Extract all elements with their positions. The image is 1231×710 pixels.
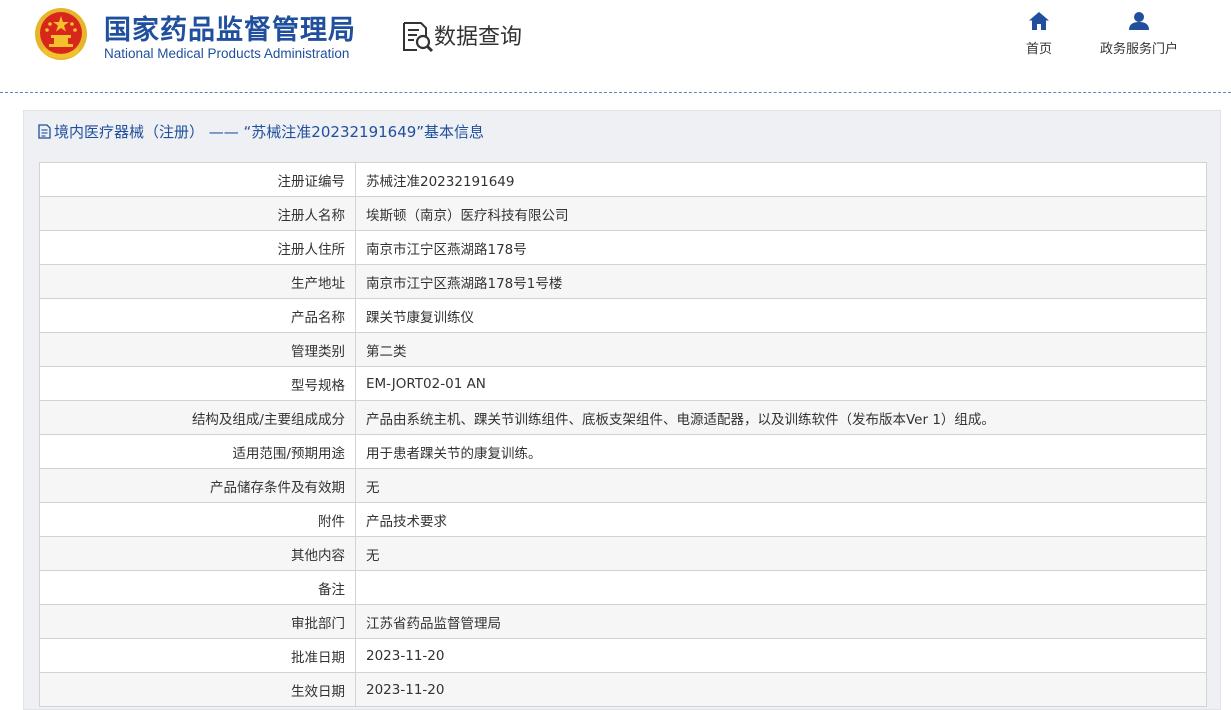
table-row: 产品名称 踝关节康复训练仪 [39, 298, 1207, 333]
detail-panel: 境内医疗器械（注册） —— “苏械注准20232191649”基本信息 注册证编… [23, 110, 1221, 710]
field-value: 南京市江宁区燕湖路178号 [355, 230, 1207, 265]
field-value: EM-JORT02-01 AN [355, 366, 1207, 401]
user-icon [1129, 12, 1149, 30]
header-divider [0, 92, 1231, 93]
field-value: 产品技术要求 [355, 502, 1207, 537]
field-value: 踝关节康复训练仪 [355, 298, 1207, 333]
field-value: 用于患者踝关节的康复训练。 [355, 434, 1207, 469]
table-row: 批准日期 2023-11-20 [39, 638, 1207, 673]
field-label: 型号规格 [39, 366, 356, 401]
table-row: 产品储存条件及有效期无 [39, 468, 1207, 503]
field-label: 备注 [39, 570, 356, 605]
table-row: 生效日期 2023-11-20 [39, 672, 1207, 707]
site-header: 国家药品监督管理局 National Medical Products Admi… [0, 0, 1231, 92]
data-query-title: 数据查询 [434, 25, 523, 50]
field-value: 苏械注准20232191649 [355, 162, 1207, 197]
field-label: 结构及组成/主要组成成分 [39, 400, 356, 435]
field-label: 注册人名称 [39, 196, 356, 231]
nav-home-label: 首页 [1025, 42, 1052, 57]
table-row: 附件 产品技术要求 [39, 502, 1207, 537]
table-row: 型号规格 EM-JORT02-01 AN [39, 366, 1207, 401]
home-icon [1029, 12, 1049, 30]
nav-gov-portal[interactable]: 政务服务门户 [1099, 12, 1179, 57]
table-row: 适用范围/预期用途 用于患者踝关节的康复训练。 [39, 434, 1207, 469]
data-query-icon [403, 22, 434, 53]
field-label: 产品名称 [39, 298, 356, 333]
field-label: 批准日期 [39, 638, 356, 673]
table-row: 审批部门 江苏省药品监督管理局 [39, 604, 1207, 639]
field-label: 注册证编号 [39, 162, 356, 197]
field-value: 江苏省药品监督管理局 [355, 604, 1207, 639]
field-value: 埃斯顿（南京）医疗科技有限公司 [355, 196, 1207, 231]
field-label: 适用范围/预期用途 [39, 434, 356, 469]
site-title: 国家药品监督管理局 [104, 15, 356, 46]
field-value: 南京市江宁区燕湖路178号1号楼 [355, 264, 1207, 299]
panel-heading: 境内医疗器械（注册） —— “苏械注准20232191649”基本信息 [38, 121, 484, 142]
field-value: 2023-11-20 [355, 672, 1207, 707]
field-label: 其他内容 [39, 536, 356, 571]
field-label: 产品储存条件及有效期 [39, 468, 356, 503]
field-label: 审批部门 [39, 604, 356, 639]
field-value: 第二类 [355, 332, 1207, 367]
table-row: 注册人名称 埃斯顿（南京）医疗科技有限公司 [39, 196, 1207, 231]
table-row: 管理类别 第二类 [39, 332, 1207, 367]
field-label: 管理类别 [39, 332, 356, 367]
table-row: 注册证编号 苏械注准20232191649 [39, 162, 1207, 197]
field-label: 附件 [39, 502, 356, 537]
panel-title: 境内医疗器械（注册） —— “苏械注准20232191649”基本信息 [54, 123, 485, 141]
field-value: 无 [355, 536, 1207, 571]
table-row: 注册人住所 南京市江宁区燕湖路178号 [39, 230, 1207, 265]
document-icon [38, 124, 51, 139]
field-value: 无 [355, 468, 1207, 503]
site-subtitle: National Medical Products Administration [104, 46, 350, 61]
table-row: 备注 [39, 570, 1207, 605]
field-label: 生产地址 [39, 264, 356, 299]
nav-gov-portal-label: 政务服务门户 [1099, 42, 1178, 57]
table-row: 其他内容无 [39, 536, 1207, 571]
field-value: 2023-11-20 [355, 638, 1207, 673]
table-row: 结构及组成/主要组成成分 产品由系统主机、踝关节训练组件、底板支架组件、电源适配器… [39, 400, 1207, 435]
detail-table: 注册证编号 苏械注准20232191649 注册人名称 埃斯顿（南京）医疗科技有限公… [39, 162, 1207, 707]
field-value [355, 570, 1207, 605]
table-row: 生产地址 南京市江宁区燕湖路178号1号楼 [39, 264, 1207, 299]
national-emblem-icon [35, 8, 87, 60]
field-value: 产品由系统主机、踝关节训练组件、底板支架组件、电源适配器，以及训练软件（发布版本… [355, 400, 1207, 435]
field-label: 注册人住所 [39, 230, 356, 265]
nav-home[interactable]: 首页 [999, 12, 1079, 57]
field-label: 生效日期 [39, 672, 356, 707]
